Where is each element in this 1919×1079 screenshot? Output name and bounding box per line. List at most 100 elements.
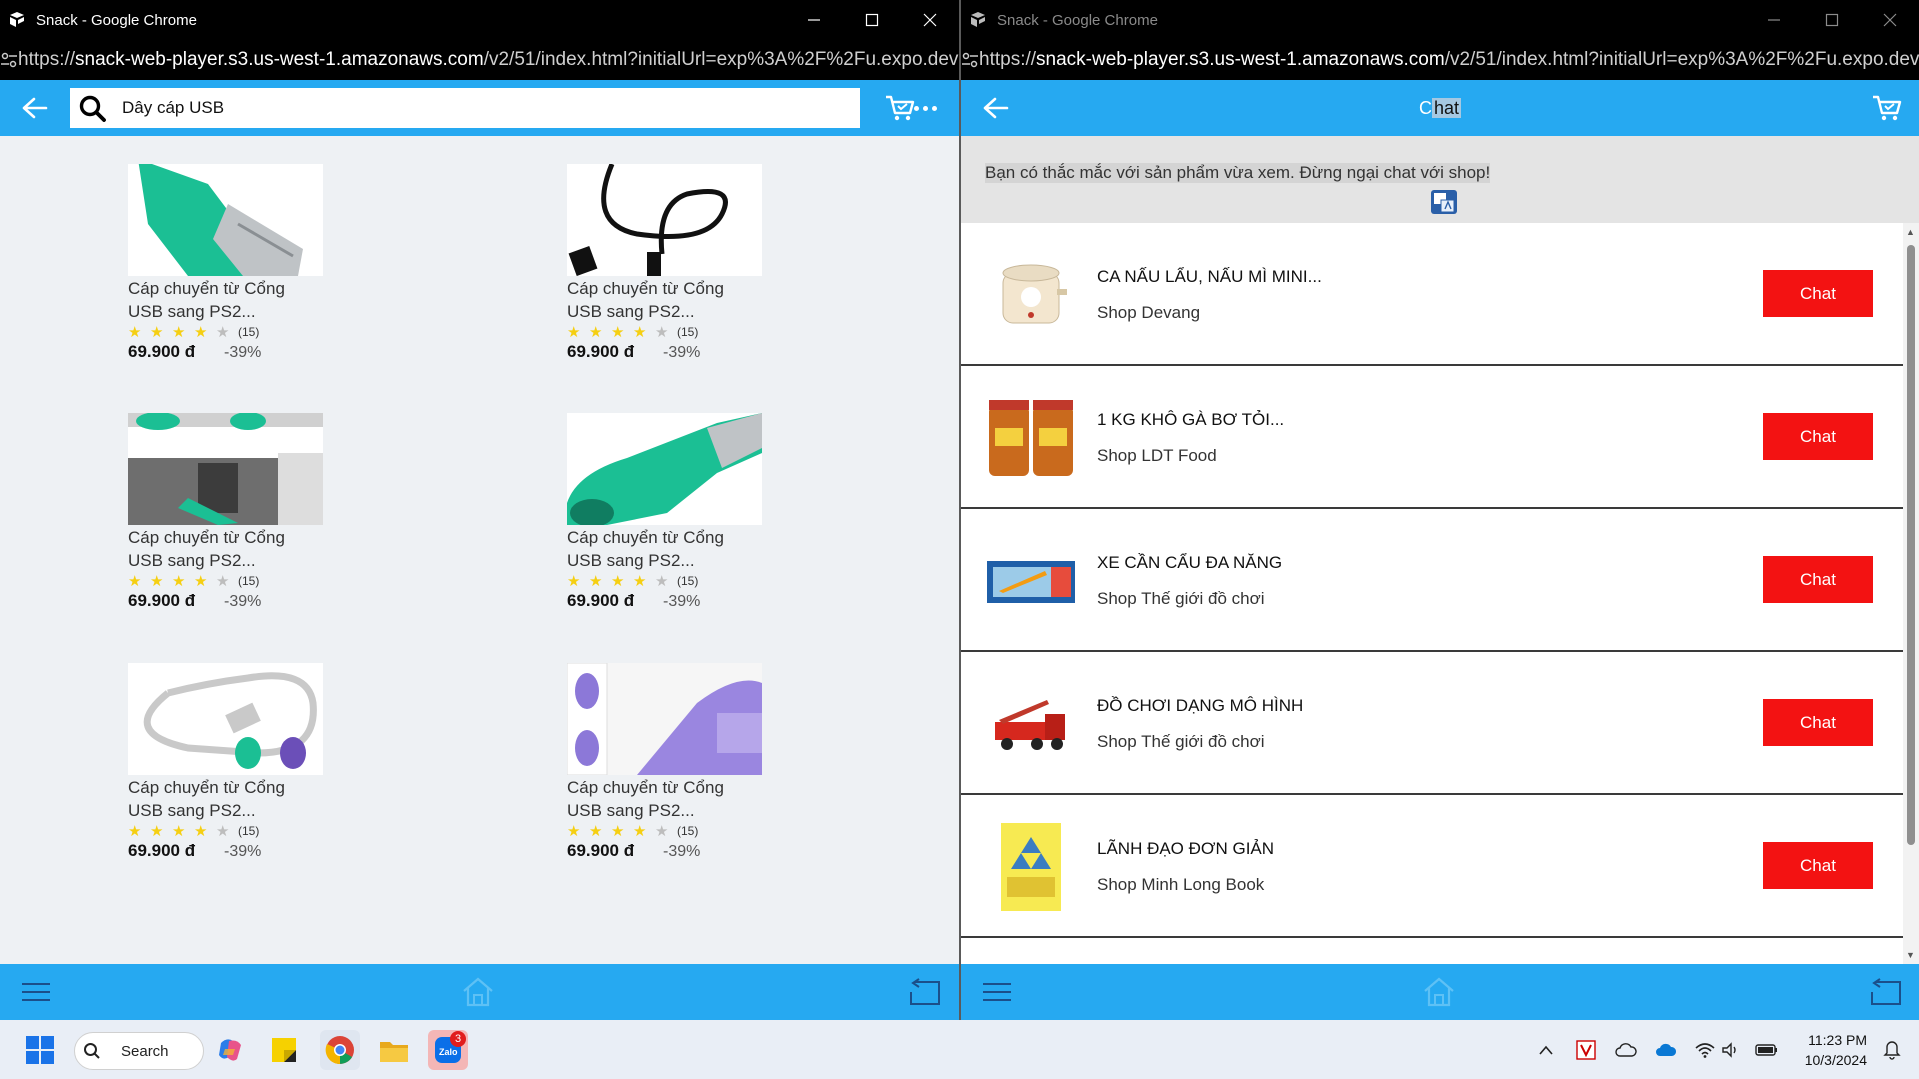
star-icon: ★ xyxy=(655,823,669,840)
product-price: 69.900 đ xyxy=(567,591,635,610)
star-icon: ★ xyxy=(633,823,647,840)
home-icon[interactable] xyxy=(458,974,498,1010)
chat-button[interactable]: Chat xyxy=(1763,842,1873,889)
return-icon[interactable] xyxy=(905,974,945,1010)
product-rating: ★ ★ ★ ★ ★ (15) xyxy=(567,572,767,590)
product-card[interactable]: Cáp chuyển từ Cổng USB sang PS2... ★ ★ ★ ★ ★ (1… xyxy=(567,413,767,611)
search-input[interactable] xyxy=(114,98,860,118)
minimize-button[interactable] xyxy=(1745,0,1803,40)
translate-icon[interactable] xyxy=(1430,189,1458,215)
scrollbar[interactable]: ▲ ▼ xyxy=(1903,223,1919,964)
product-name: Cáp chuyển từ Cổng USB sang PS2... xyxy=(128,778,285,820)
cart-icon[interactable] xyxy=(1867,88,1907,128)
product-thumbnail[interactable] xyxy=(985,535,1077,627)
product-image[interactable] xyxy=(567,413,762,525)
app-header: Chat xyxy=(961,80,1919,136)
product-name: LÃNH ĐẠO ĐƠN GIẢN xyxy=(1097,839,1275,858)
chat-list-item[interactable]: ĐỒ CHƠI DẠNG MÔ HÌNH Shop Thế giới đồ chơ… xyxy=(961,652,1903,795)
product-card[interactable]: Cáp chuyển từ Cổng USB sang PS2... ★ ★ ★ ★ ★ (1… xyxy=(128,663,328,861)
title-bar[interactable]: Snack - Google Chrome xyxy=(961,0,1919,40)
chat-list-item[interactable]: XE CẦN CẨU ĐA NĂNG Shop Thế giới đồ chơi C… xyxy=(961,509,1903,652)
discount-label: -39% xyxy=(663,344,701,361)
file-explorer-icon[interactable] xyxy=(374,1030,414,1070)
product-image[interactable] xyxy=(128,413,323,525)
product-thumbnail[interactable] xyxy=(985,821,1077,913)
zalo-icon[interactable]: Zalo 3 xyxy=(428,1030,468,1070)
url-host: snack-web-player.s3.us-west-1.amazonaws.… xyxy=(1036,49,1445,70)
volume-icon[interactable] xyxy=(1720,1020,1742,1079)
scroll-up-arrow-icon[interactable]: ▲ xyxy=(1906,227,1915,237)
product-name: Cáp chuyển từ Cổng USB sang PS2... xyxy=(567,279,724,321)
search-box[interactable] xyxy=(70,88,860,128)
product-card[interactable]: Cáp chuyển từ Cổng USB sang PS2... ★ ★ ★ ★ ★ (1… xyxy=(567,164,767,362)
product-image[interactable] xyxy=(128,663,323,775)
chat-button[interactable]: Chat xyxy=(1763,556,1873,603)
right-browser-window: Snack - Google Chrome https://snack-web-… xyxy=(961,0,1919,1020)
cloud-outline-icon[interactable] xyxy=(1614,1020,1638,1079)
chat-button[interactable]: Chat xyxy=(1763,270,1873,317)
minimize-button[interactable] xyxy=(785,0,843,40)
maximize-button[interactable] xyxy=(843,0,901,40)
chevron-up-icon[interactable] xyxy=(1536,1020,1556,1079)
product-image[interactable] xyxy=(567,663,762,775)
scrollbar-thumb[interactable] xyxy=(1907,245,1915,845)
back-arrow-icon[interactable] xyxy=(961,80,1031,136)
sticky-notes-icon[interactable] xyxy=(264,1030,304,1070)
url-host: snack-web-player.s3.us-west-1.amazonaws.… xyxy=(75,49,484,70)
menu-icon[interactable] xyxy=(16,974,56,1010)
back-arrow-icon[interactable] xyxy=(0,80,70,136)
search-icon xyxy=(70,94,114,122)
star-icon: ★ xyxy=(128,823,142,840)
windows-start-icon[interactable] xyxy=(20,1030,60,1070)
product-image[interactable] xyxy=(128,164,323,276)
title-bar[interactable]: Snack - Google Chrome xyxy=(0,0,959,40)
address-bar[interactable]: https://snack-web-player.s3.us-west-1.am… xyxy=(0,40,959,80)
maximize-button[interactable] xyxy=(1803,0,1861,40)
rating-count: (15) xyxy=(238,574,260,588)
onedrive-icon[interactable] xyxy=(1654,1020,1678,1079)
product-thumbnail[interactable] xyxy=(985,678,1077,770)
vivaldi-tray-icon[interactable] xyxy=(1574,1020,1598,1079)
close-button[interactable] xyxy=(1861,0,1919,40)
star-icon: ★ xyxy=(172,823,186,840)
chat-list-item[interactable]: LÃNH ĐẠO ĐƠN GIẢN Shop Minh Long Book Chat xyxy=(961,795,1903,938)
taskbar: Search Zalo 3 11:23 PM 10/3/2024 xyxy=(0,1020,1919,1079)
star-icon: ★ xyxy=(567,823,581,840)
product-thumbnail[interactable] xyxy=(985,249,1077,341)
chat-list-item[interactable]: 1 KG KHÔ GÀ BƠ TỎI... Shop LDT Food Chat xyxy=(961,366,1903,509)
rating-count: (15) xyxy=(677,824,699,838)
product-image[interactable] xyxy=(567,164,762,276)
product-thumbnail[interactable] xyxy=(985,392,1077,484)
product-card[interactable]: Cáp chuyển từ Cổng USB sang PS2... ★ ★ ★ ★ ★ (1… xyxy=(567,663,767,861)
return-icon[interactable] xyxy=(1866,974,1906,1010)
chat-list-item[interactable]: CA NẤU LẨU, NẤU MÌ MINI... Shop Devang Cha… xyxy=(961,223,1903,366)
url-rest: /v2/51/index.html?initialUrl=exp%3A%2F%2… xyxy=(483,49,959,70)
chat-button[interactable]: Chat xyxy=(1763,699,1873,746)
menu-icon[interactable] xyxy=(977,974,1017,1010)
chrome-icon[interactable] xyxy=(320,1030,360,1070)
site-settings-icon[interactable] xyxy=(961,52,979,68)
site-settings-icon[interactable] xyxy=(0,52,18,68)
battery-icon[interactable] xyxy=(1754,1020,1780,1079)
system-clock[interactable]: 11:23 PM 10/3/2024 xyxy=(1805,1030,1867,1070)
product-card[interactable]: Cáp chuyển từ Cổng USB sang PS2... ★ ★ ★ ★ ★ (1… xyxy=(128,164,328,362)
address-bar[interactable]: https://snack-web-player.s3.us-west-1.am… xyxy=(961,40,1919,80)
close-button[interactable] xyxy=(901,0,959,40)
taskbar-search[interactable]: Search xyxy=(74,1032,204,1070)
star-icon: ★ xyxy=(216,573,230,590)
notification-bell-icon[interactable] xyxy=(1880,1020,1904,1079)
discount-label: -39% xyxy=(663,593,701,610)
wifi-icon[interactable] xyxy=(1694,1020,1716,1079)
scroll-down-arrow-icon[interactable]: ▼ xyxy=(1906,950,1915,960)
star-icon: ★ xyxy=(216,823,230,840)
left-browser-window: Snack - Google Chrome https://snack-web-… xyxy=(0,0,959,1020)
copilot-icon[interactable] xyxy=(210,1030,250,1070)
chat-button[interactable]: Chat xyxy=(1763,413,1873,460)
shop-name: Shop Minh Long Book xyxy=(1097,875,1265,894)
more-icon[interactable] xyxy=(914,105,937,111)
home-icon[interactable] xyxy=(1419,974,1459,1010)
product-card[interactable]: Cáp chuyển từ Cổng USB sang PS2... ★ ★ ★ ★ ★ (1… xyxy=(128,413,328,611)
product-name: 1 KG KHÔ GÀ BƠ TỎI... xyxy=(1097,410,1285,429)
url-prefix: https:// xyxy=(18,49,76,70)
product-name: Cáp chuyển từ Cổng USB sang PS2... xyxy=(567,778,724,820)
